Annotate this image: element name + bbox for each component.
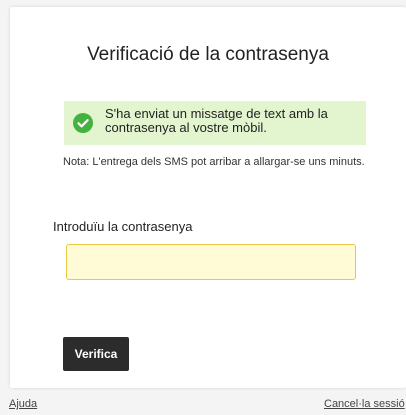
- page-title: Verificació de la contrasenya: [87, 44, 329, 65]
- help-link[interactable]: Ajuda: [9, 398, 37, 410]
- page: Verificació de la contrasenya S'ha envia…: [0, 0, 406, 415]
- password-label: Introduïu la contrasenya: [53, 219, 193, 234]
- password-input[interactable]: [66, 244, 356, 280]
- verify-button[interactable]: Verifica: [63, 337, 129, 371]
- check-circle-icon: [73, 113, 93, 133]
- success-message-text: S'ha enviat un missatge de text amb la c…: [105, 106, 328, 135]
- sms-delay-note: Nota: L'entrega dels SMS pot arribar a a…: [63, 156, 365, 168]
- cancel-session-link[interactable]: Cancel·la sessió: [324, 398, 405, 410]
- verification-card: Verificació de la contrasenya S'ha envia…: [10, 7, 406, 388]
- success-message-box: S'ha enviat un missatge de text amb la c…: [64, 101, 366, 145]
